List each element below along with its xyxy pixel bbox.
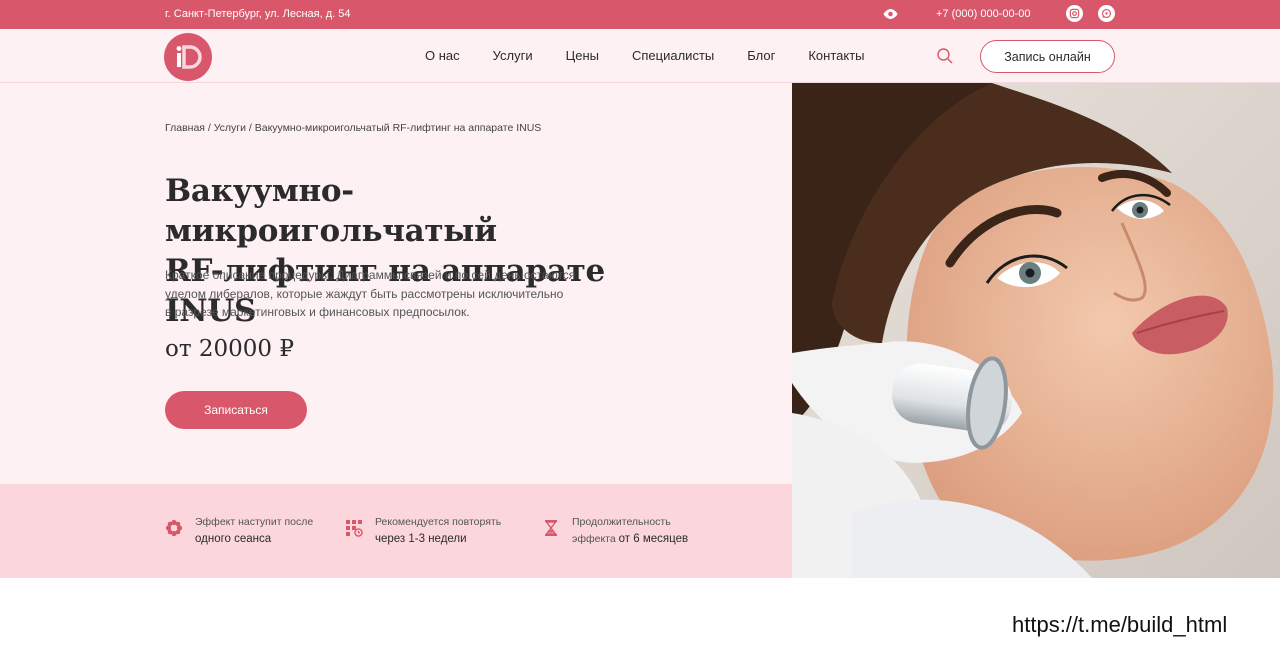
desc-line-3: в разрезе маркетинговых и финансовых пре…: [165, 305, 470, 319]
address-text: г. Санкт-Петербург, ул. Лесная, д. 54: [165, 8, 351, 20]
price: от 20000 ₽: [165, 336, 294, 362]
flower-icon: [165, 519, 183, 537]
desc-line-1: Краткое описание процедуры. Диаграммы св…: [165, 268, 576, 282]
nav-item-prices[interactable]: Цены: [566, 48, 599, 63]
phone-link[interactable]: +7 (000) 000-00-00: [936, 8, 1030, 20]
feature-highlight: от 6 месяцев: [618, 533, 689, 545]
top-bar: г. Санкт-Петербург, ул. Лесная, д. 54 +7…: [0, 0, 1280, 29]
nav-item-about[interactable]: О нас: [425, 48, 460, 63]
feature-item: Продолжительность эффекта от 6 месяцев: [545, 514, 689, 548]
main-nav: О нас Услуги Цены Специалисты Блог Конта…: [0, 29, 1280, 83]
feature-text: Эффект наступит после: [195, 516, 314, 528]
breadcrumb[interactable]: Главная / Услуги / Вакуумно-микроигольча…: [165, 122, 541, 134]
book-online-button[interactable]: Запись онлайн: [980, 40, 1115, 73]
nav-item-contacts[interactable]: Контакты: [808, 48, 864, 63]
nav-item-specialists[interactable]: Специалисты: [632, 48, 714, 63]
search-icon[interactable]: [936, 47, 954, 65]
feature-text: Продолжительность: [572, 516, 671, 528]
whatsapp-icon[interactable]: [1098, 5, 1115, 22]
desc-line-2: уделом либералов, которые жаждут быть ра…: [165, 286, 564, 301]
signup-button[interactable]: Записаться: [165, 391, 307, 429]
hero-section: Главная / Услуги / Вакуумно-микроигольча…: [0, 83, 792, 484]
procedure-description: Краткое описание процедуры. Диаграммы св…: [165, 266, 595, 322]
feature-text: Рекомендуется повторять: [375, 516, 502, 528]
hero-photo: [792, 83, 1280, 578]
feature-highlight: через 1-3 недели: [375, 533, 467, 545]
title-line-1: Вакуумно-микроигольчатый: [165, 173, 497, 249]
feature-item: Рекомендуется повторять через 1-3 недели: [346, 514, 502, 548]
eye-icon[interactable]: [882, 7, 899, 21]
instagram-icon[interactable]: [1066, 5, 1083, 22]
feature-item: Эффект наступит после одного сеанса: [165, 514, 314, 548]
logo[interactable]: [164, 33, 212, 81]
hourglass-icon: [545, 520, 557, 536]
nav-menu: О нас Услуги Цены Специалисты Блог Конта…: [425, 48, 898, 63]
nav-item-blog[interactable]: Блог: [747, 48, 775, 63]
nav-item-services[interactable]: Услуги: [493, 48, 533, 63]
watermark-link[interactable]: https://t.me/build_html: [1012, 612, 1227, 638]
calendar-icon: [346, 520, 363, 537]
features-strip: Эффект наступит после одного сеанса Реко…: [0, 484, 792, 578]
feature-text-prefix: эффекта: [572, 533, 616, 545]
feature-highlight: одного сеанса: [195, 533, 272, 545]
